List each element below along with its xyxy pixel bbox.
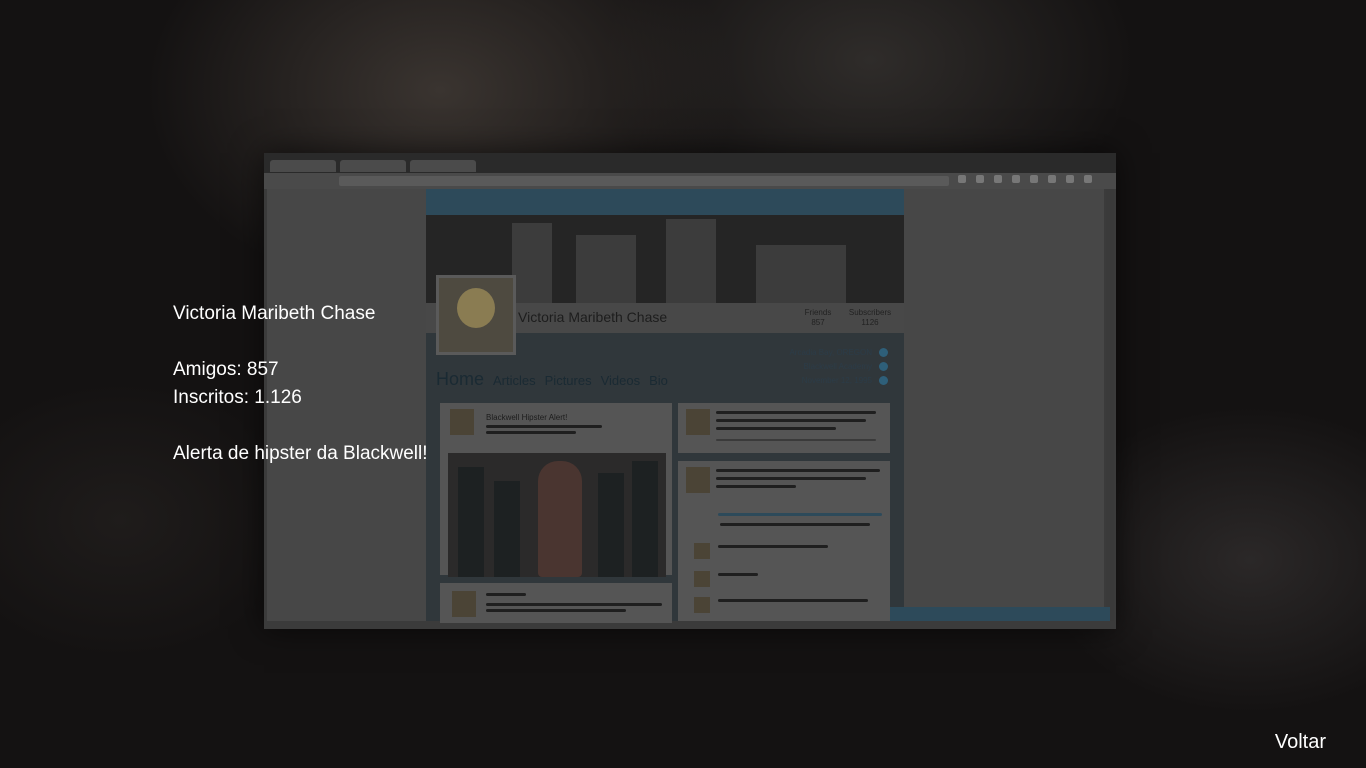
post-title: Blackwell Hipster Alert! [486,413,568,422]
site-nav-articles: Articles [493,373,536,388]
site-nav-home: Home [436,369,485,389]
chat-bar [890,607,1110,621]
site-nav-videos: Videos [600,373,641,388]
extension-icon [976,175,984,183]
extension-icon [1012,175,1020,183]
location-icon [879,348,888,357]
birthday-icon [879,376,888,385]
post-author-avatar [450,409,474,435]
friends-stat-value: 857 [811,318,825,327]
site-header-bar [426,189,904,215]
browser-url-bar [264,173,1116,189]
friends-stat-label: Friends [804,308,832,317]
url-field [339,176,949,186]
profile-name: Victoria Maribeth Chase [173,303,376,324]
extension-icon [1048,175,1056,183]
browser-tab [340,160,406,172]
subscribers-stat-value: 1126 [861,318,879,327]
feed-card [678,461,890,621]
school-icon [879,362,888,371]
extension-icon [958,175,966,183]
info-school: Blackwell Academy [803,362,872,371]
site-nav-bio: Bio [649,373,668,388]
social-profile-page: Victoria Maribeth Chase Friends 857 Subs… [426,189,904,623]
extension-icon [1084,175,1092,183]
post-photo [448,453,666,577]
profile-avatar [436,275,516,355]
feed-card [678,403,890,453]
info-birthday: November 12, 1995 [801,376,872,385]
extension-icon [994,175,1002,183]
site-profile-name: Victoria Maribeth Chase [518,309,668,325]
browser-tab-bar [264,153,1116,173]
post-card [440,583,672,623]
site-nav-pictures: Pictures [544,373,592,388]
subscribers-stat-label: Subscribers [848,308,892,317]
post-card: Blackwell Hipster Alert! [440,403,672,577]
extension-icon [1066,175,1074,183]
browser-tab [270,160,336,172]
site-nav: Home Articles Pictures Videos Bio [436,369,668,390]
profile-summary: Victoria Maribeth Chase Amigos: 857 Insc… [173,300,428,468]
browser-scrollbar [1106,189,1114,621]
friends-count: Amigos: 857 [173,359,279,380]
extension-icon [1030,175,1038,183]
subscribers-count: Inscritos: 1.126 [173,387,302,408]
browser-tab [410,160,476,172]
back-button[interactable]: Voltar [1275,731,1326,754]
post-caption: Alerta de hipster da Blackwell! [173,443,428,464]
info-location: Arcadia Bay, OREGON [789,348,872,357]
